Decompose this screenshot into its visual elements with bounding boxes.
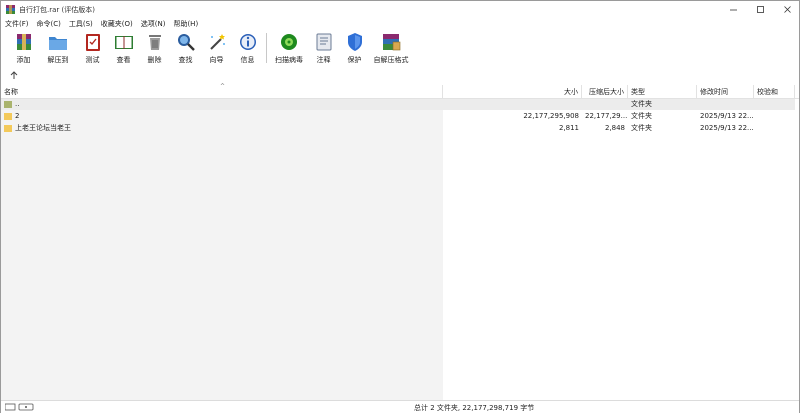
row-name: 2 [15, 112, 20, 120]
header-type[interactable]: 类型 [628, 85, 697, 99]
extract-folder-icon [49, 37, 67, 50]
sfx-boxes-icon [383, 34, 401, 51]
find-button[interactable]: 查找 [170, 31, 201, 65]
scan-virus-button[interactable]: 扫描病毒 [270, 31, 308, 65]
shield-icon [347, 33, 362, 51]
menu-options[interactable]: 选项(N) [141, 19, 166, 29]
header-size[interactable]: 大小 [443, 85, 582, 99]
menu-favorites[interactable]: 收藏夹(O) [101, 19, 133, 29]
wizard-button[interactable]: 向导 [201, 31, 232, 65]
wizard-label: 向导 [209, 56, 224, 64]
row-type: 文件夹 [631, 124, 652, 132]
row-size: 2,811 [558, 124, 579, 132]
status-bar: 总计 2 文件夹, 22,177,298,719 字节 [1, 400, 799, 413]
add-archive-icon [16, 34, 31, 50]
row-crc [754, 99, 795, 110]
minimize-button[interactable] [719, 1, 747, 18]
row-crc [754, 111, 795, 122]
info-icon [239, 34, 256, 50]
comment-button[interactable]: 注释 [308, 31, 339, 65]
row-size: 22,177,295,908 [523, 112, 579, 120]
delete-button[interactable]: 删除 [139, 31, 170, 65]
drive-status-icon[interactable] [5, 403, 35, 411]
menu-bar: 文件(F) 命令(C) 工具(S) 收藏夹(O) 选项(N) 帮助(H) [1, 18, 799, 30]
navigation-row [1, 67, 799, 83]
menu-tools[interactable]: 工具(S) [69, 19, 93, 29]
test-label: 测试 [85, 56, 100, 64]
magnifier-icon [177, 34, 195, 51]
row-name: .. [15, 100, 20, 108]
row-type: 文件夹 [631, 100, 652, 108]
winrar-app-icon [6, 5, 15, 14]
row-modified: 2025/9/13 22... [700, 112, 754, 120]
test-clipboard-icon [85, 34, 100, 51]
wizard-wand-icon [209, 34, 225, 50]
folder-icon [4, 125, 12, 132]
maximize-button[interactable] [746, 1, 774, 18]
delete-label: 删除 [147, 56, 162, 64]
list-item[interactable]: .. 文件夹 [1, 99, 795, 110]
row-type: 文件夹 [631, 112, 652, 120]
row-packed-size: 2,848 [604, 124, 625, 132]
add-label: 添加 [16, 56, 31, 64]
minimize-icon [729, 9, 737, 11]
header-crc[interactable]: 校验和 [754, 85, 795, 99]
header-modified[interactable]: 修改时间 [697, 85, 754, 99]
status-summary: 总计 2 文件夹, 22,177,298,719 字节 [414, 404, 535, 412]
column-headers: ^ 名称 大小 压缩后大小 类型 修改时间 校验和 [1, 83, 799, 99]
sfx-label: 自解压格式 [373, 56, 409, 64]
maximize-icon [756, 6, 764, 13]
file-list: .. 文件夹 2 22,177,295,908 22,177,29... 文件夹… [1, 99, 799, 400]
sfx-button[interactable]: 自解压格式 [370, 31, 412, 65]
name-column-pane [1, 99, 443, 400]
virus-scan-icon [281, 34, 297, 50]
window-title: 自行打包.rar (评估版本) [19, 6, 95, 14]
toolbar-separator [266, 33, 267, 63]
info-label: 信息 [240, 56, 255, 64]
extract-to-label: 解压到 [47, 56, 69, 64]
up-one-level-button[interactable] [9, 70, 19, 80]
row-packed-size [582, 99, 628, 110]
view-book-icon [114, 36, 133, 49]
info-button[interactable]: 信息 [232, 31, 263, 65]
trash-icon [148, 35, 161, 50]
extract-to-button[interactable]: 解压到 [39, 31, 77, 65]
arrow-up-icon [10, 71, 18, 79]
menu-commands[interactable]: 命令(C) [37, 19, 61, 29]
comment-label: 注释 [316, 56, 331, 64]
list-item[interactable]: 2 22,177,295,908 22,177,29... 文件夹 2025/9… [1, 111, 795, 122]
parent-folder-icon [4, 101, 12, 108]
protect-label: 保护 [347, 56, 362, 64]
header-packed-size[interactable]: 压缩后大小 [582, 85, 628, 99]
title-bar[interactable]: 自行打包.rar (评估版本) [1, 1, 799, 18]
row-packed-size: 22,177,29... [585, 112, 628, 120]
menu-file[interactable]: 文件(F) [5, 19, 29, 29]
list-item[interactable]: 上老王论坛当老王 2,811 2,848 文件夹 2025/9/13 22... [1, 123, 795, 134]
row-name: 上老王论坛当老王 [15, 124, 71, 132]
row-modified [697, 99, 754, 110]
comment-icon [316, 33, 331, 51]
row-modified: 2025/9/13 22... [700, 124, 754, 132]
header-name[interactable]: 名称 [1, 85, 443, 99]
view-label: 查看 [116, 56, 131, 64]
add-button[interactable]: 添加 [8, 31, 39, 65]
row-size [443, 99, 582, 110]
protect-button[interactable]: 保护 [339, 31, 370, 65]
toolbar: 添加 解压到 测试 查看 删除 查找 向导 信息 扫描病毒 注释 保护 自解压格… [1, 31, 799, 67]
scan-virus-label: 扫描病毒 [275, 56, 303, 64]
menu-help[interactable]: 帮助(H) [173, 19, 198, 29]
folder-icon [4, 113, 12, 120]
test-button[interactable]: 测试 [77, 31, 108, 65]
view-button[interactable]: 查看 [108, 31, 139, 65]
winrar-window: 自行打包.rar (评估版本) 文件(F) 命令(C) 工具(S) 收藏夹(O)… [0, 0, 800, 413]
close-button[interactable] [773, 1, 800, 18]
row-crc [754, 123, 795, 134]
close-icon [783, 6, 791, 13]
find-label: 查找 [178, 56, 193, 64]
